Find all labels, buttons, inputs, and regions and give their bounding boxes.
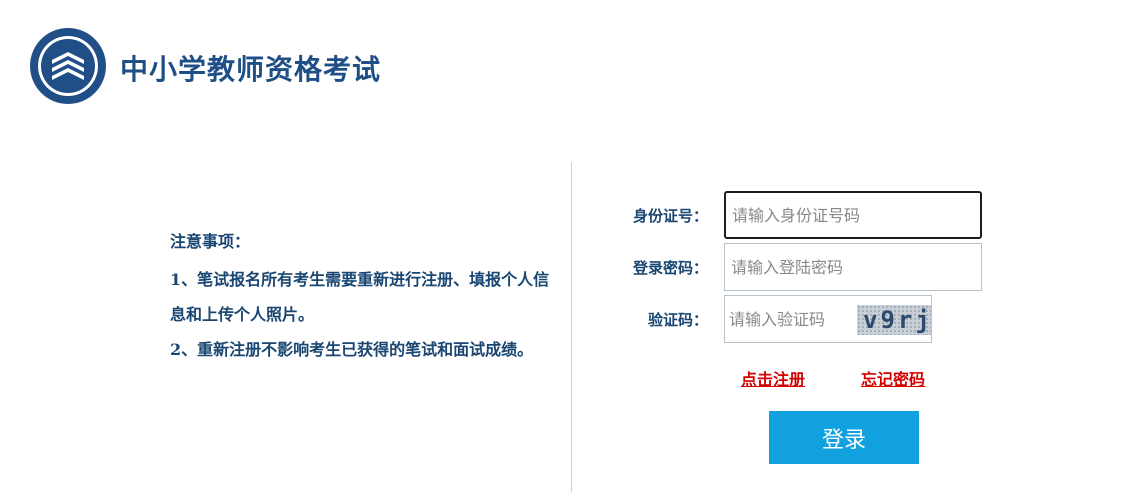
captcha-text: v9rj [863,306,933,334]
exam-logo-icon [30,28,106,104]
captcha-box: v9rj [724,295,932,343]
notice-item: 2、重新注册不影响考生已获得的笔试和面试成绩。 [170,340,534,359]
notice-title: 注意事项： [170,232,251,251]
register-link[interactable]: 点击注册 [741,366,805,390]
id-number-input[interactable] [724,191,982,239]
notice-item: 1、笔试报名所有考生需要重新进行注册、填报个人信息和上传个人照片。 [170,270,550,324]
vertical-divider [571,162,572,492]
password-label: 登录密码： [632,259,708,277]
login-button[interactable]: 登录 [769,411,919,464]
password-input[interactable] [724,243,982,291]
id-number-label: 身份证号： [632,207,708,225]
notice-panel: 注意事项： 1、笔试报名所有考生需要重新进行注册、填报个人信息和上传个人照片。 … [170,228,560,367]
captcha-label: 验证码： [647,311,708,329]
captcha-image[interactable]: v9rj [857,305,931,335]
captcha-input[interactable] [725,296,863,342]
site-title: 中小学教师资格考试 [120,53,382,86]
forgot-password-link[interactable]: 忘记密码 [861,366,925,390]
